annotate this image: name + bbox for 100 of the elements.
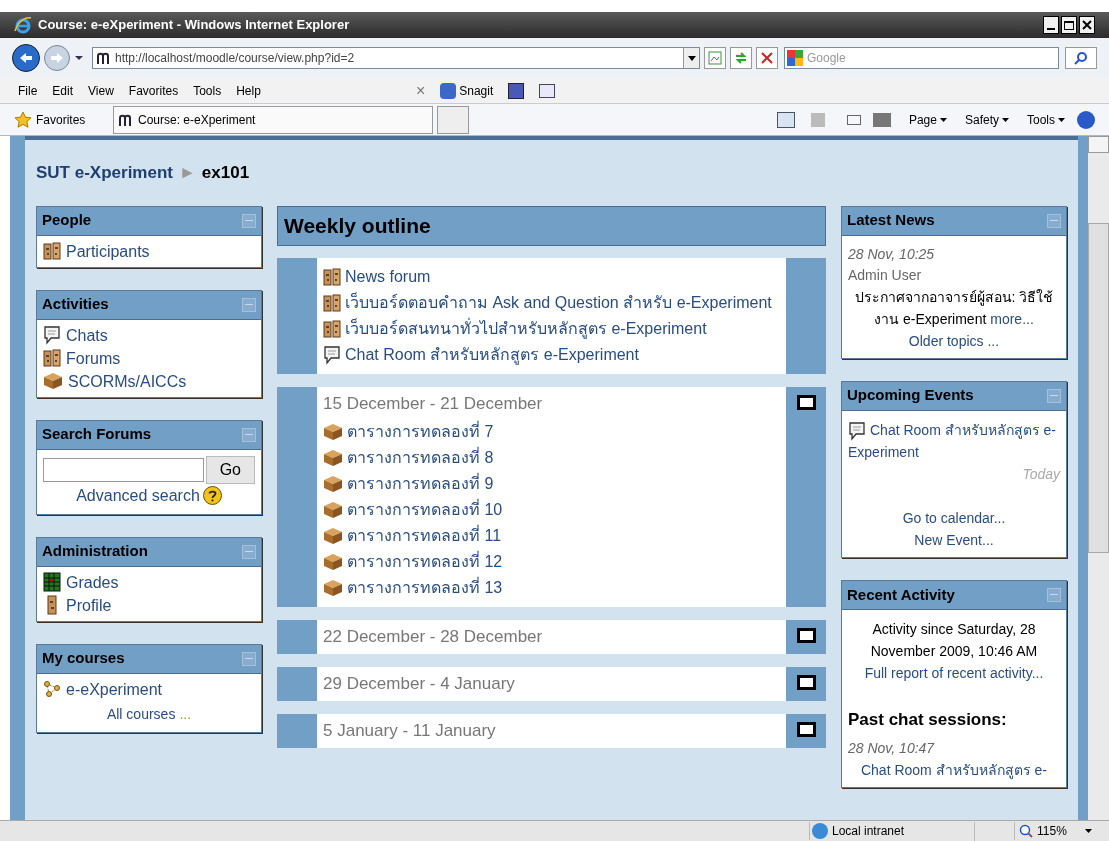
breadcrumb-current: ex101	[201, 162, 250, 184]
back-icon[interactable]	[12, 44, 40, 72]
activity-link[interactable]: ตารางการทดลองที่ 7	[323, 420, 780, 443]
block-link[interactable]: Profile	[43, 593, 255, 617]
site-logo-icon	[96, 51, 112, 65]
compat-icon[interactable]	[704, 47, 726, 69]
block-link[interactable]: Grades	[43, 570, 255, 594]
magnifier-icon	[1019, 824, 1033, 838]
block-link[interactable]: e-eXperiment	[43, 677, 255, 701]
post-author: Admin User	[848, 265, 923, 285]
command-menu[interactable]: Page	[908, 110, 947, 129]
menu-item[interactable]: Edit	[52, 81, 74, 100]
caret-icon	[939, 117, 947, 122]
activity-link[interactable]: ตารางการทดลองที่ 13	[323, 576, 780, 599]
advanced-search-link[interactable]: Advanced search	[76, 483, 200, 508]
week-title: 5 January - 11 January	[323, 719, 497, 742]
url-text: http://localhost/moodle/course/view.php?id=2	[115, 50, 356, 67]
ellipsis: ...	[179, 704, 192, 724]
block-link[interactable]: New Event...	[914, 531, 994, 548]
breadcrumb-link[interactable]: SUT e-Xperiment	[36, 160, 173, 186]
command-menu[interactable]: Tools	[1027, 110, 1065, 129]
block-link[interactable]: Full report of recent activity...	[864, 664, 1044, 681]
menu-item[interactable]: Tools	[193, 81, 222, 100]
highlight-toggle-icon[interactable]	[796, 394, 816, 410]
activity-link[interactable]: News forum	[323, 265, 780, 288]
menu-item[interactable]: Favorites	[128, 81, 179, 100]
snagit-button[interactable]: Snagit	[440, 81, 494, 100]
block-title: Administration	[42, 541, 148, 562]
dropdown-icon[interactable]	[74, 55, 84, 61]
block-link[interactable]: Older topics ...	[908, 332, 1000, 349]
box-icon	[323, 423, 343, 442]
block-title: Recent Activity	[847, 584, 955, 605]
activity-link[interactable]: Chat Room สำหรับหลักสูตร e-Experiment	[323, 343, 780, 366]
highlight-toggle-icon[interactable]	[796, 674, 816, 690]
block-title: People	[42, 210, 92, 231]
caret-icon	[1002, 117, 1009, 122]
close-icon[interactable]	[1079, 16, 1095, 34]
speech-bubble-icon	[848, 420, 866, 441]
block-link[interactable]: Participants	[43, 239, 255, 263]
highlight-toggle-icon[interactable]	[796, 627, 816, 643]
box-icon	[323, 449, 343, 468]
maximize-icon[interactable]	[1061, 16, 1077, 34]
dropdown-icon[interactable]	[683, 48, 699, 68]
go-button[interactable]: Go	[205, 455, 255, 484]
block-link[interactable]: Forums	[43, 346, 255, 370]
favorites-button[interactable]: Favorites	[14, 110, 109, 129]
stop-icon[interactable]	[756, 47, 778, 69]
highlight-toggle-icon[interactable]	[796, 721, 816, 737]
command-menu[interactable]: Safety	[964, 110, 1009, 129]
search-field[interactable]	[43, 457, 204, 482]
activity-link[interactable]: ตารางการทดลองที่ 12	[323, 550, 780, 573]
all-courses-link[interactable]: All courses	[106, 703, 176, 725]
week-title: 22 December - 28 December	[323, 625, 544, 648]
faces-icon	[43, 349, 61, 367]
block-link[interactable]: Chat Room สำหรับหลักสูตร e-	[860, 761, 1047, 778]
activity-link[interactable]: ตารางการทดลองที่ 11	[323, 524, 780, 547]
box-icon	[323, 527, 343, 546]
close-toolbar-button[interactable]: ×	[415, 78, 426, 103]
browser-tab[interactable]: Course: e-eXperiment	[113, 105, 433, 134]
event-date: Today	[1021, 464, 1060, 484]
window-title: Course: e-eXperiment - Windows Internet Explorer	[38, 16, 351, 35]
menu-item[interactable]: File	[18, 81, 38, 100]
minimize-icon[interactable]	[1043, 16, 1059, 34]
nodes-icon	[43, 680, 61, 698]
menu-item[interactable]: View	[88, 81, 114, 100]
week-title: 29 December - 4 January	[323, 672, 516, 695]
menu-item[interactable]: Help	[236, 81, 261, 100]
grid-icon	[43, 572, 61, 592]
speech-bubble-icon	[43, 325, 61, 345]
search-field[interactable]: Google	[784, 47, 1059, 69]
address-field[interactable]: http://localhost/moodle/course/view.php?id=2	[92, 47, 700, 69]
zoom-level[interactable]: 115%	[1014, 822, 1109, 840]
block-title: Latest News	[847, 210, 935, 231]
box-icon	[323, 579, 343, 598]
activity-link[interactable]: เว็บบอร์ดตอบคำถาม Ask and Question สำหรับ e-Experiment	[323, 291, 780, 314]
box-icon	[323, 553, 343, 572]
activity-link[interactable]: ตารางการทดลองที่ 8	[323, 446, 780, 469]
star-icon	[14, 110, 32, 129]
post-date: 28 Nov, 10:47	[848, 738, 936, 758]
activity-link[interactable]: ตารางการทดลองที่ 10	[323, 498, 780, 521]
search-icon[interactable]	[1065, 47, 1097, 69]
faces-icon	[43, 242, 61, 260]
block-link[interactable]: Chats	[43, 323, 255, 347]
box-icon	[323, 475, 343, 494]
zone-indicator: Local intranet	[809, 822, 974, 840]
block-link[interactable]: Go to calendar...	[902, 509, 1006, 526]
search-input[interactable]: Google	[807, 49, 1056, 67]
more-link[interactable]: more...	[990, 310, 1034, 327]
activity-link[interactable]: เว็บบอร์ดสนทนาทั่วไปสำหรับหลักสูตร e-Experiment	[323, 317, 780, 340]
breadcrumb-separator: ►	[179, 162, 196, 184]
new-tab-button[interactable]	[437, 105, 469, 134]
activity-link[interactable]: ตารางการทดลองที่ 9	[323, 472, 780, 495]
refresh-icon[interactable]	[730, 47, 752, 69]
speech-bubble-icon	[323, 345, 341, 366]
event-link[interactable]: Chat Room สำหรับหลักสูตร e-Experiment	[848, 418, 1060, 463]
caret-icon	[1058, 117, 1065, 122]
activity-text: Activity since Saturday, 28 November 2009, 10:46 AM	[869, 619, 1039, 661]
site-logo-icon	[118, 112, 134, 127]
block-link[interactable]: SCORMs/AICCs	[43, 369, 255, 393]
browser-logo-icon	[14, 16, 32, 34]
